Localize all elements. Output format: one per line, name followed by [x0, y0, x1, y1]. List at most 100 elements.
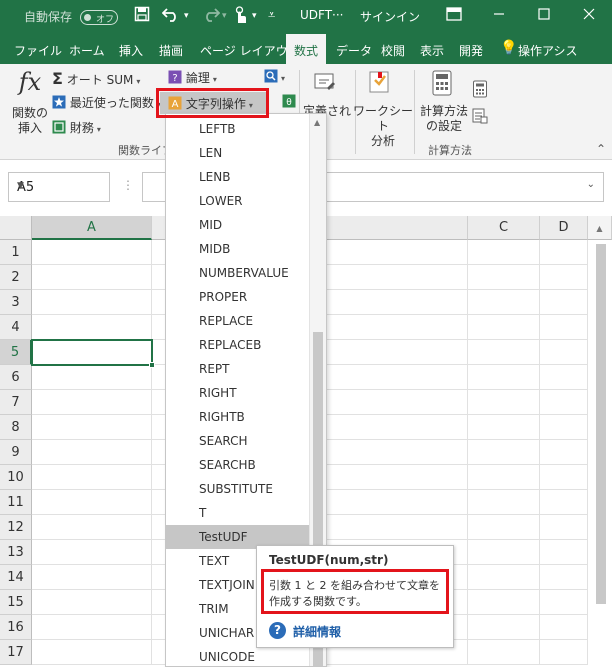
math-button[interactable]: θ: [282, 94, 296, 111]
drag-handle-icon[interactable]: ⋮: [122, 178, 134, 192]
signin-link[interactable]: サインイン: [360, 8, 420, 25]
fx-icon: fx: [18, 68, 42, 96]
row-header-9[interactable]: 9: [0, 440, 32, 465]
menu-item-proper[interactable]: PROPER: [166, 285, 309, 309]
formula-auditing-button[interactable]: ワークシート 分析: [352, 104, 414, 149]
tab-file[interactable]: ファイル: [14, 42, 62, 59]
menu-item-t[interactable]: T: [166, 501, 309, 525]
calc-sheet-icon[interactable]: [472, 108, 488, 127]
lookup-button[interactable]: ▾: [264, 69, 285, 86]
financial-label: 財務: [69, 121, 94, 135]
recent-functions-button[interactable]: 最近使った関数 ▾: [52, 94, 161, 112]
save-icon[interactable]: [134, 6, 150, 27]
row-header-14[interactable]: 14: [0, 565, 32, 590]
menu-item-lower[interactable]: LOWER: [166, 189, 309, 213]
menu-item-midb[interactable]: MIDB: [166, 237, 309, 261]
ribbon-display-icon[interactable]: [446, 6, 462, 26]
menu-item-mid[interactable]: MID: [166, 213, 309, 237]
financial-button[interactable]: 財務 ▾: [52, 119, 101, 137]
menu-item-leftb[interactable]: LEFTB: [166, 117, 309, 141]
minimize-icon[interactable]: [493, 6, 505, 27]
redo-icon[interactable]: [200, 6, 221, 27]
menu-item-lenb[interactable]: LENB: [166, 165, 309, 189]
row-header-8[interactable]: 8: [0, 415, 32, 440]
customize-qat-icon[interactable]: ⩡: [268, 6, 275, 26]
name-box[interactable]: A5 ▼: [8, 172, 110, 202]
row-header-5[interactable]: 5: [0, 340, 32, 365]
scroll-up-icon[interactable]: ▲: [314, 118, 320, 127]
insert-function-label: 関数の 挿入: [11, 106, 48, 135]
menu-item-searchb[interactable]: SEARCHB: [166, 453, 309, 477]
autosum-button[interactable]: Σ オート SUM ▾: [52, 69, 140, 88]
logical-button[interactable]: ? 論理 ▾: [168, 69, 217, 87]
tab-tell-me[interactable]: 操作アシス: [518, 42, 578, 59]
row-header-3[interactable]: 3: [0, 290, 32, 315]
calc-now-icon[interactable]: [472, 80, 488, 101]
touch-mode-icon[interactable]: [232, 6, 248, 29]
redo-dropdown-icon[interactable]: ▾: [222, 6, 227, 26]
row-header-1[interactable]: 1: [0, 240, 32, 265]
autosave-toggle[interactable]: オフ: [80, 10, 118, 25]
calculator-icon[interactable]: [431, 70, 453, 99]
lightbulb-icon[interactable]: 💡: [500, 40, 517, 56]
menu-item-substitute[interactable]: SUBSTITUTE: [166, 477, 309, 501]
tab-view[interactable]: 表示: [420, 42, 444, 59]
chevron-down-icon[interactable]: ▼: [17, 181, 103, 191]
menu-item-search[interactable]: SEARCH: [166, 429, 309, 453]
collapse-ribbon-icon[interactable]: ⌃: [596, 142, 606, 156]
row-header-11[interactable]: 11: [0, 490, 32, 515]
column-header-c[interactable]: C: [468, 216, 540, 240]
more-info-link[interactable]: 詳細情報: [293, 623, 341, 640]
touch-dropdown-icon[interactable]: ▾: [252, 6, 257, 26]
row-header-15[interactable]: 15: [0, 590, 32, 615]
tab-page-layout[interactable]: ページ レイアウト: [200, 42, 300, 59]
help-icon[interactable]: ?: [269, 622, 286, 639]
column-header-a[interactable]: A: [32, 216, 152, 240]
menu-item-unicode[interactable]: UNICODE: [166, 645, 309, 666]
tab-developer[interactable]: 開発: [459, 42, 483, 59]
close-icon[interactable]: [583, 6, 595, 27]
row-header-16[interactable]: 16: [0, 615, 32, 640]
menu-item-rightb[interactable]: RIGHTB: [166, 405, 309, 429]
insert-function-button[interactable]: fx: [10, 68, 50, 96]
tab-review[interactable]: 校閲: [381, 42, 405, 59]
menu-item-len[interactable]: LEN: [166, 141, 309, 165]
row-header-10[interactable]: 10: [0, 465, 32, 490]
vertical-scrollbar-thumb[interactable]: [596, 244, 606, 604]
tab-formulas[interactable]: 数式: [286, 34, 327, 64]
calc-options-button[interactable]: 計算方法 の設定: [418, 104, 470, 134]
row-header-12[interactable]: 12: [0, 515, 32, 540]
tab-home[interactable]: ホーム: [69, 42, 105, 59]
maximize-icon[interactable]: [538, 6, 550, 27]
auditing-icon[interactable]: [366, 70, 394, 99]
column-header-d[interactable]: D: [540, 216, 588, 240]
fill-handle[interactable]: [149, 362, 155, 368]
defined-names-icon[interactable]: [313, 70, 337, 97]
tab-draw[interactable]: 描画: [159, 42, 183, 59]
undo-dropdown-icon[interactable]: ▾: [184, 6, 189, 26]
tab-data[interactable]: データ: [336, 42, 372, 59]
logical-label: 論理: [185, 71, 210, 85]
select-all-corner[interactable]: [0, 216, 32, 240]
chevron-down-icon: ▾: [136, 77, 141, 86]
svg-text:θ: θ: [286, 98, 292, 108]
row-header-4[interactable]: 4: [0, 315, 32, 340]
menu-item-right[interactable]: RIGHT: [166, 381, 309, 405]
financial-icon: [52, 120, 66, 137]
row-header-13[interactable]: 13: [0, 540, 32, 565]
menu-item-replace[interactable]: REPLACE: [166, 309, 309, 333]
row-header-7[interactable]: 7: [0, 390, 32, 415]
undo-icon[interactable]: [161, 6, 182, 27]
star-icon: [52, 95, 66, 112]
group-calc-label: 計算方法: [428, 144, 472, 157]
menu-item-numbervalue[interactable]: NUMBERVALUE: [166, 261, 309, 285]
active-cell-a5[interactable]: [31, 339, 155, 368]
menu-item-replaceb[interactable]: REPLACEB: [166, 333, 309, 357]
row-header-6[interactable]: 6: [0, 365, 32, 390]
menu-item-rept[interactable]: REPT: [166, 357, 309, 381]
expand-formula-icon[interactable]: ⌄: [587, 179, 595, 190]
scrollbar-up[interactable]: ▲: [588, 216, 612, 240]
tab-insert[interactable]: 挿入: [119, 42, 143, 59]
row-header-17[interactable]: 17: [0, 640, 32, 665]
row-header-2[interactable]: 2: [0, 265, 32, 290]
